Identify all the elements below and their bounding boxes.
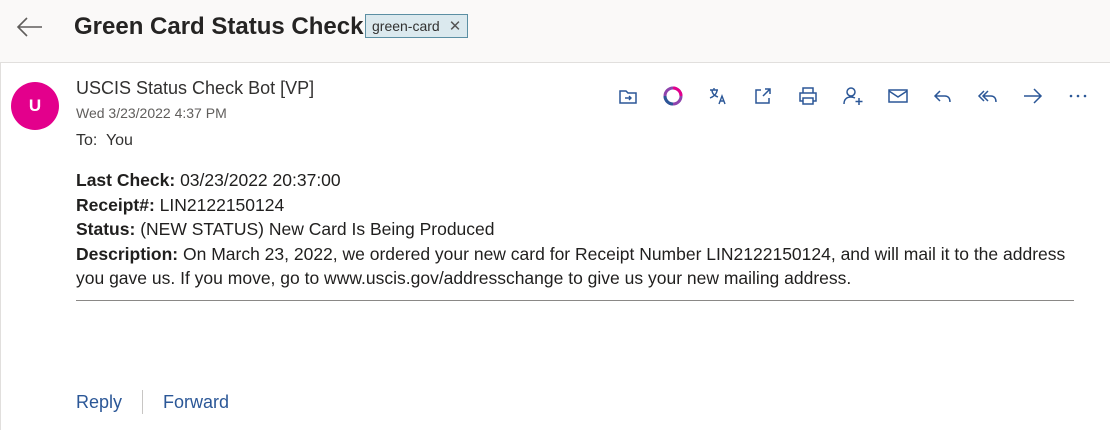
- more-icon: [1069, 94, 1086, 98]
- open-in-new-window-icon: [754, 88, 771, 104]
- reply-icon: [933, 90, 951, 103]
- translate-button[interactable]: [695, 82, 740, 110]
- forward-button[interactable]: [1010, 82, 1055, 110]
- reply-all-button[interactable]: [965, 82, 1010, 110]
- message-toolbar: [605, 82, 1100, 110]
- sender-name[interactable]: USCIS Status Check Bot [VP]: [76, 78, 314, 99]
- move-to-folder-icon: [618, 90, 637, 104]
- receipt-label: Receipt#:: [76, 194, 155, 215]
- status-label: Status:: [76, 219, 136, 240]
- status-line: Status: (NEW STATUS) New Card Is Being P…: [76, 217, 1074, 242]
- last-check-label: Last Check:: [76, 170, 176, 190]
- forward-icon: [1023, 88, 1042, 104]
- translate-icon: [709, 88, 726, 105]
- open-in-new-window-button[interactable]: [740, 82, 785, 110]
- add-contact-button[interactable]: [830, 82, 875, 110]
- message-subject: Green Card Status Check: [74, 13, 364, 40]
- mail-button[interactable]: [875, 82, 920, 110]
- message-header-bar: Green Card Status Check green-card ✕: [0, 0, 1110, 60]
- print-icon: [798, 87, 817, 105]
- remove-tag-icon[interactable]: ✕: [449, 19, 462, 34]
- loop-button[interactable]: [650, 82, 695, 110]
- body-divider: [76, 300, 1074, 301]
- move-to-folder-button[interactable]: [605, 82, 650, 110]
- loop-icon: [663, 86, 682, 106]
- description-label: Description:: [76, 243, 179, 264]
- recipient-name[interactable]: You: [106, 132, 133, 149]
- category-tag[interactable]: green-card ✕: [365, 14, 469, 38]
- forward-link[interactable]: Forward: [163, 392, 229, 413]
- reply-link[interactable]: Reply: [76, 392, 122, 413]
- reply-all-icon: [977, 90, 997, 103]
- arrow-left-icon: [16, 17, 42, 37]
- reply-actions: Reply Forward: [76, 389, 229, 415]
- message-datetime: Wed 3/23/2022 4:37 PM: [76, 105, 227, 121]
- back-button[interactable]: [12, 12, 46, 42]
- receipt-line: Receipt#: LIN2122150124: [76, 193, 1074, 218]
- last-check-value: 03/23/2022 20:37:00: [180, 170, 341, 190]
- last-check-line: Last Check: 03/23/2022 20:37:00: [76, 168, 1074, 193]
- receipt-value: LIN2122150124: [159, 194, 285, 215]
- add-contact-icon: [842, 87, 862, 105]
- more-actions-button[interactable]: [1055, 82, 1100, 110]
- action-separator: [142, 390, 144, 414]
- print-button[interactable]: [785, 82, 830, 110]
- recipient-line: To: You: [76, 132, 133, 150]
- status-value: (NEW STATUS) New Card Is Being Produced: [140, 219, 495, 240]
- message-card: U USCIS Status Check Bot [VP] Wed 3/23/2…: [0, 62, 1110, 430]
- avatar[interactable]: U: [11, 82, 59, 130]
- tag-label: green-card: [372, 18, 440, 34]
- reply-button[interactable]: [920, 82, 965, 110]
- description-line: Description: On March 23, 2022, we order…: [76, 242, 1074, 291]
- mail-icon: [887, 89, 908, 103]
- to-label: To:: [76, 132, 98, 149]
- message-body: Last Check: 03/23/2022 20:37:00 Receipt#…: [76, 168, 1074, 291]
- description-value: On March 23, 2022, we ordered your new c…: [76, 243, 1066, 289]
